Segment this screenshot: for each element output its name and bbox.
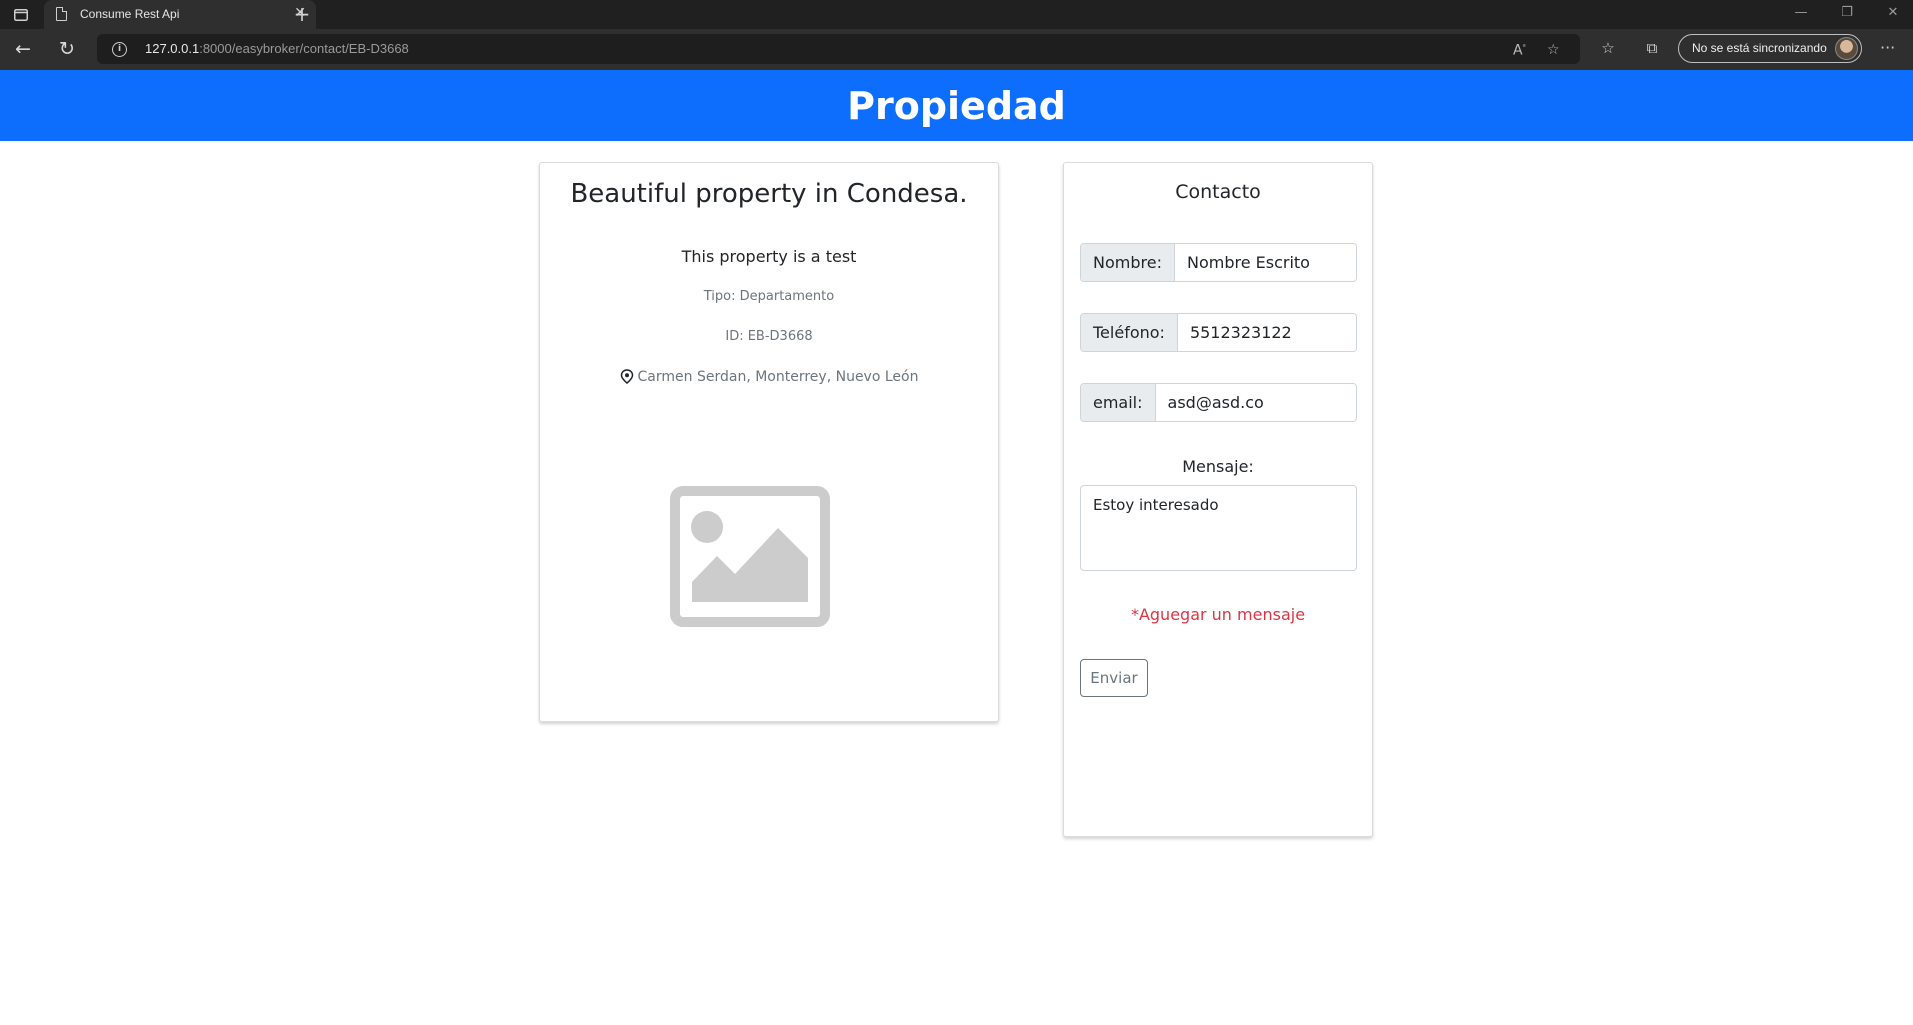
close-window-icon[interactable]: ✕ xyxy=(1878,5,1908,20)
property-card: Beautiful property in Condesa. This prop… xyxy=(539,162,999,722)
location-pin-icon xyxy=(620,369,634,388)
phone-label: Teléfono: xyxy=(1081,314,1178,351)
site-info-icon[interactable]: i xyxy=(112,42,127,57)
email-input-group: email: asd@asd.co xyxy=(1080,383,1357,422)
url-text[interactable]: 127.0.0.1:8000/easybroker/contact/EB-D36… xyxy=(145,41,409,56)
name-label: Nombre: xyxy=(1081,244,1175,281)
email-field[interactable]: asd@asd.co xyxy=(1155,384,1356,421)
url-path: :8000/easybroker/contact/EB-D3668 xyxy=(199,41,409,56)
favorites-icon[interactable]: ☆ xyxy=(1597,39,1619,57)
restore-icon[interactable]: ❐ xyxy=(1832,5,1862,20)
more-icon[interactable]: ··· xyxy=(1880,38,1895,57)
message-textarea[interactable]: Estoy interesado xyxy=(1080,485,1357,571)
minimize-icon[interactable]: — xyxy=(1786,5,1816,20)
new-tab-button[interactable]: + xyxy=(290,1,314,27)
browser-tab[interactable]: Consume Rest Api ✕ xyxy=(44,0,316,29)
contact-title: Contacto xyxy=(1175,181,1261,203)
page-icon xyxy=(56,7,67,21)
read-aloud-icon[interactable]: Aᵃ xyxy=(1513,42,1526,59)
property-location: Carmen Serdan, Monterrey, Nuevo León xyxy=(540,369,998,388)
name-field[interactable]: Nombre Escrito xyxy=(1174,244,1356,281)
property-description: This property is a test xyxy=(681,247,857,266)
name-input-group: Nombre: Nombre Escrito xyxy=(1080,243,1357,282)
url-host: 127.0.0.1 xyxy=(145,41,200,56)
address-bar[interactable]: i 127.0.0.1:8000/easybroker/contact/EB-D… xyxy=(97,34,1580,64)
reload-icon[interactable]: ↻ xyxy=(54,38,80,62)
page-title: Propiedad xyxy=(847,83,1066,128)
property-title: Beautiful property in Condesa. xyxy=(570,179,968,209)
collections-icon[interactable]: ⧉ xyxy=(1641,39,1663,57)
phone-field[interactable]: 5512323122 xyxy=(1177,314,1356,351)
tab-title: Consume Rest Api xyxy=(80,7,180,21)
page-header: Propiedad xyxy=(0,70,1913,141)
message-label: Mensaje: xyxy=(1182,457,1254,476)
back-icon[interactable]: ← xyxy=(10,38,36,62)
phone-input-group: Teléfono: 5512323122 xyxy=(1080,313,1357,352)
browser-tab-bar: Consume Rest Api ✕ + — ❐ ✕ xyxy=(0,0,1913,29)
email-label: email: xyxy=(1081,384,1156,421)
image-placeholder-icon xyxy=(670,486,830,627)
location-text: Carmen Serdan, Monterrey, Nuevo León xyxy=(637,369,919,385)
property-type: Tipo: Departamento xyxy=(703,289,835,304)
message-warning: *Aguegar un mensaje xyxy=(1130,605,1306,624)
avatar xyxy=(1835,37,1858,60)
profile-sync-button[interactable]: No se está sincronizando xyxy=(1678,34,1862,63)
tab-actions-icon[interactable] xyxy=(4,3,38,27)
browser-toolbar: ← ↻ i 127.0.0.1:8000/easybroker/contact/… xyxy=(0,29,1913,70)
contact-card: Contacto Nombre: Nombre Escrito Teléfono… xyxy=(1063,162,1373,837)
send-button[interactable]: Enviar xyxy=(1080,659,1148,697)
sync-label: No se está sincronizando xyxy=(1692,41,1827,55)
property-id: ID: EB-D3668 xyxy=(725,329,813,344)
add-favorite-icon[interactable]: ☆ xyxy=(1547,42,1560,58)
